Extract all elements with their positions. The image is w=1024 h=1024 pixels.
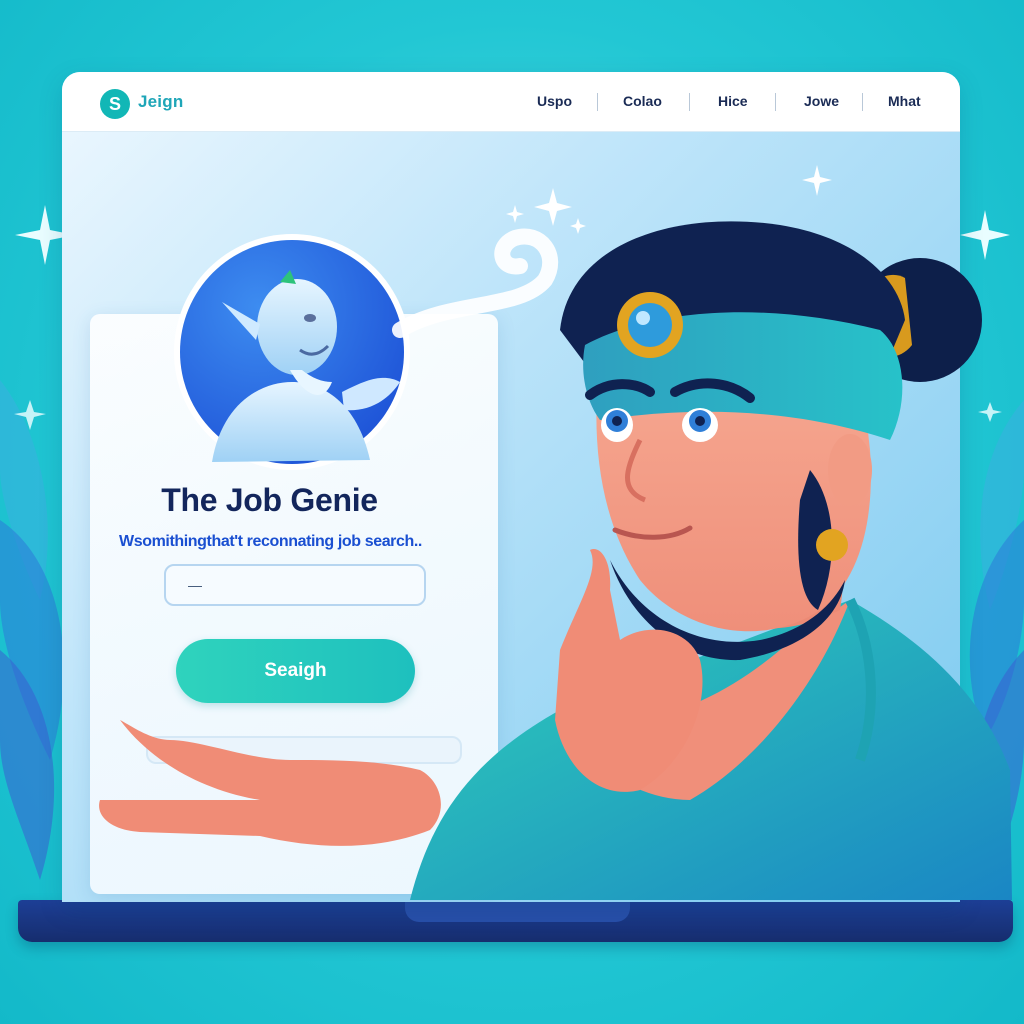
page-title: The Job Genie [161,482,378,518]
nav-divider [597,93,598,111]
nav-link-5[interactable]: Mhat [888,93,921,109]
nav-link-2[interactable]: Colao [623,93,662,109]
search-button[interactable]: Seaigh [176,639,415,703]
logo-text[interactable]: Jeign [138,92,183,112]
search-input[interactable] [164,564,426,606]
nav-divider [775,93,776,111]
nav-link-1[interactable]: Uspo [537,93,572,109]
top-navbar: S Jeign Uspo Colao Hice Jowe Mhat [62,72,960,132]
nav-link-3[interactable]: Hice [718,93,748,109]
app-window: S Jeign Uspo Colao Hice Jowe Mhat The Jo… [62,72,960,902]
nav-divider [689,93,690,111]
nav-link-4[interactable]: Jowe [804,93,839,109]
nav-divider [862,93,863,111]
secondary-input[interactable] [146,736,462,764]
genie-avatar [174,234,410,470]
page-subtitle: Wsomithingthat't reconnating job search.… [119,533,422,550]
logo-icon[interactable]: S [100,89,130,119]
laptop-notch [405,900,630,922]
